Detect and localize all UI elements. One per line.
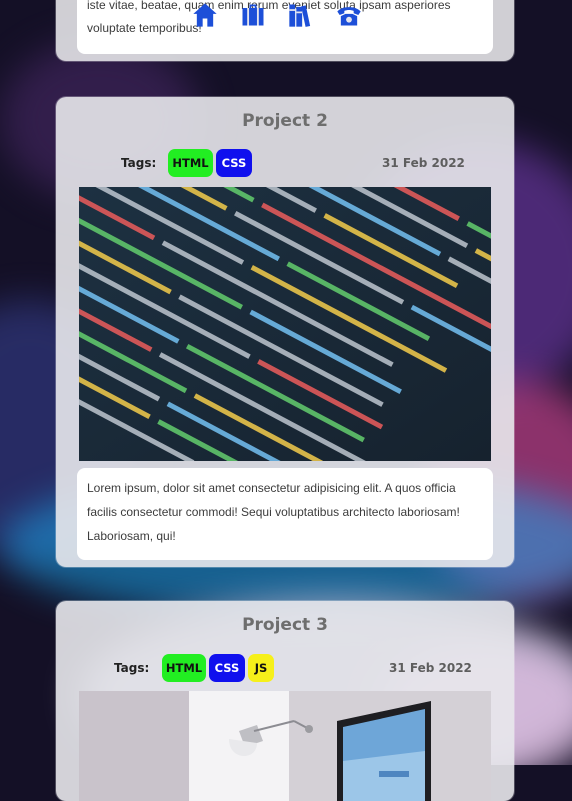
briefcase-icon (242, 4, 264, 26)
project-3-image (79, 691, 491, 801)
code-screen-image (79, 187, 491, 461)
top-navigation (190, 0, 364, 30)
tag-js: JS (248, 654, 274, 682)
project-2-tags-label: Tags: (121, 156, 157, 170)
project-3-tags: HTML CSS JS (162, 654, 362, 682)
tag-html: HTML (168, 149, 213, 177)
nav-contact[interactable] (334, 0, 364, 30)
project-3-title: Project 3 (242, 615, 328, 635)
nav-books[interactable] (286, 0, 316, 30)
tag-html: HTML (162, 654, 206, 682)
project-3-tags-label: Tags: (114, 661, 150, 675)
project-2-description: Lorem ipsum, dolor sit amet consectetur … (77, 468, 493, 560)
books-icon (289, 4, 311, 27)
phone-icon (337, 7, 361, 26)
nav-home[interactable] (190, 0, 220, 30)
project-2-tags: HTML CSS (168, 149, 368, 177)
tag-css: CSS (209, 654, 245, 682)
desk-lamp-monitor-image (79, 691, 491, 801)
project-card-2: Project 2 Tags: HTML CSS 31 Feb 2022 Lor… (56, 97, 514, 567)
project-2-date: 31 Feb 2022 (382, 156, 465, 170)
project-2-title: Project 2 (242, 111, 328, 131)
project-3-date: 31 Feb 2022 (389, 661, 472, 675)
project-card-3: Project 3 Tags: HTML CSS JS 31 Feb 2022 (56, 601, 514, 801)
nav-projects[interactable] (238, 0, 268, 30)
tag-css: CSS (216, 149, 252, 177)
project-2-image (79, 187, 491, 461)
home-icon (193, 3, 217, 27)
